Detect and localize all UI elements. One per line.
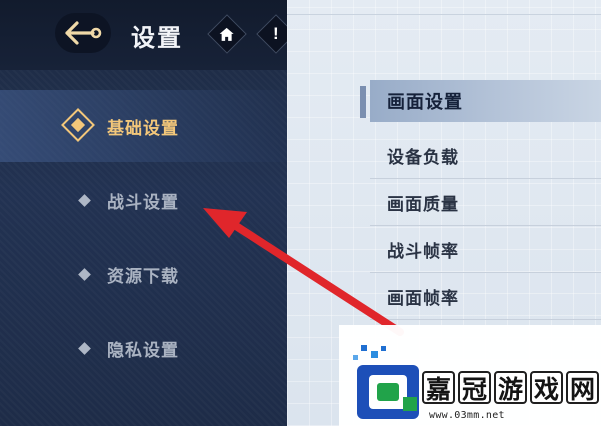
exclamation-icon: ! [273, 23, 279, 43]
watermark-char: 戏 [530, 371, 563, 404]
divider [287, 14, 601, 15]
content-row-label: 设备负载 [387, 148, 459, 168]
page-title: 设置 [131, 24, 183, 52]
content-row-image-quality[interactable]: 画面质量 [370, 180, 601, 226]
content-row-display-framerate[interactable]: 画面帧率 [370, 274, 601, 320]
watermark-url: www.03mm.net [429, 410, 505, 421]
sidebar-item-privacy-settings[interactable]: 隐私设置 [0, 328, 287, 368]
watermark-brand: 嘉 冠 游 戏 网 [422, 371, 599, 404]
top-bar: 设置 ! [0, 0, 296, 70]
watermark-char: 冠 [458, 371, 491, 404]
content-row-label: 画面设置 [387, 92, 463, 113]
watermark-logo-icon [353, 345, 419, 419]
content-row-label: 战斗帧率 [387, 242, 459, 262]
sidebar-item-battle-settings[interactable]: 战斗设置 [0, 180, 287, 220]
watermark-char: 嘉 [422, 371, 455, 404]
diamond-bullet-icon [78, 267, 91, 281]
content-row-device-load[interactable]: 设备负载 [370, 133, 601, 179]
sidebar-item-basic-settings[interactable]: 基础设置 [0, 106, 287, 146]
content-row-battle-framerate[interactable]: 战斗帧率 [370, 227, 601, 273]
diamond-bullet-icon [78, 193, 91, 207]
watermark-char: 网 [566, 371, 599, 404]
content-row-display-settings[interactable]: 画面设置 [370, 80, 601, 122]
active-row-marker [360, 86, 366, 118]
anchor-back-arrow-icon [65, 21, 102, 45]
watermark-char: 游 [494, 371, 527, 404]
content-row-label: 画面帧率 [387, 289, 459, 309]
back-button[interactable] [55, 13, 111, 53]
sidebar-item-label: 隐私设置 [107, 340, 179, 361]
sidebar-item-label: 基础设置 [107, 118, 179, 139]
home-button[interactable] [207, 14, 247, 54]
watermark: 嘉 冠 游 戏 网 www.03mm.net [339, 325, 601, 426]
sidebar-item-label: 战斗设置 [107, 192, 179, 213]
sidebar-item-resource-download[interactable]: 资源下载 [0, 254, 287, 294]
content-row-label: 画面质量 [387, 195, 459, 215]
home-icon [220, 27, 234, 41]
diamond-bullet-icon [78, 341, 91, 355]
sidebar-item-label: 资源下载 [107, 266, 179, 287]
